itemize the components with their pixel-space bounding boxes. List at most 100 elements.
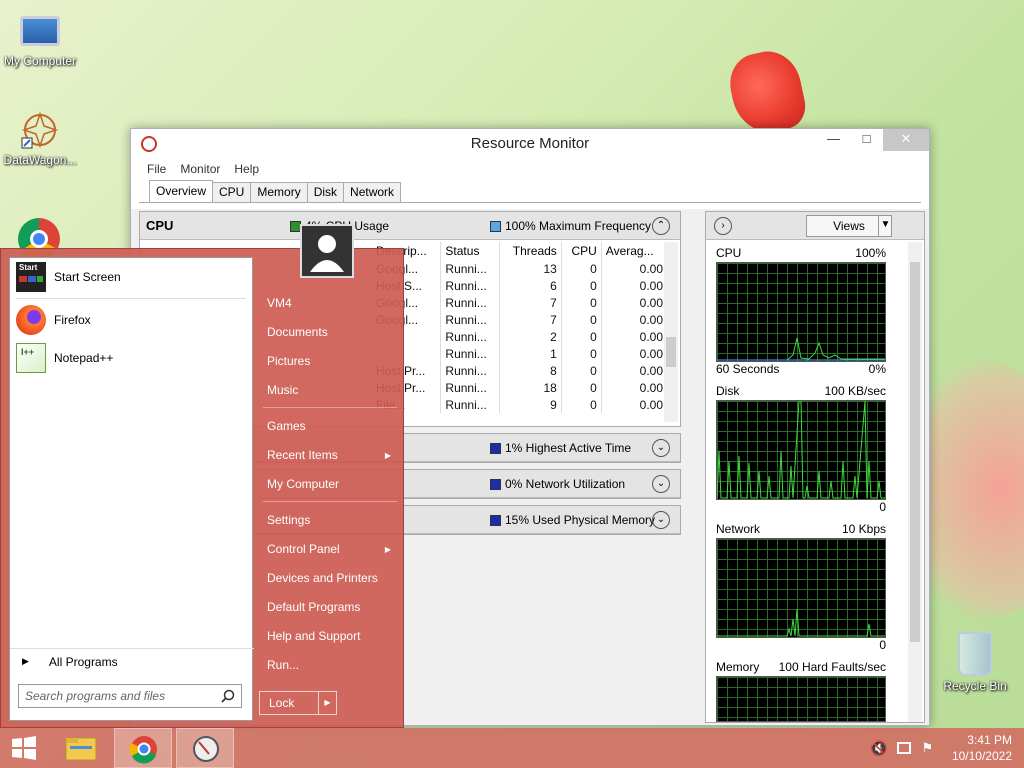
graph-disk-min: 0: [879, 500, 886, 514]
col-average[interactable]: Averag...: [601, 242, 669, 260]
expand-network-icon[interactable]: ⌄: [652, 475, 670, 493]
start-menu-places: VM4 Documents Pictures Music Games Recen…: [259, 289, 401, 680]
table-row[interactable]: Googl...Runni...1300.00: [372, 260, 669, 277]
memory-legend-swatch: [490, 514, 501, 526]
menu-monitor[interactable]: Monitor: [174, 159, 228, 179]
hide-graphs-icon[interactable]: ›: [714, 217, 732, 235]
views-dropdown-icon[interactable]: ▼: [878, 215, 892, 237]
start-search-input[interactable]: Search programs and files: [18, 684, 242, 708]
cpu-section-header[interactable]: CPU 4% CPU Usage 100% Maximum Frequency …: [140, 212, 680, 240]
cpu-graph-canvas: [716, 262, 886, 362]
table-row[interactable]: Googl...Runni...700.00: [372, 311, 669, 328]
col-threads[interactable]: Threads: [499, 242, 562, 260]
tab-overview[interactable]: Overview: [149, 180, 214, 202]
tab-network[interactable]: Network: [343, 182, 402, 202]
disk-graph: Disk 100 KB/sec 0: [716, 384, 886, 514]
start-item-settings[interactable]: Settings: [259, 506, 401, 535]
user-silhouette-icon: [302, 226, 352, 276]
cpu-section-title: CPU: [146, 218, 174, 233]
cell-status: Runni...: [440, 294, 501, 311]
start-button[interactable]: [0, 728, 48, 768]
tab-cpu[interactable]: CPU: [212, 182, 252, 202]
cell-average: 0.00: [601, 379, 669, 396]
tab-disk[interactable]: Disk: [306, 182, 345, 202]
graphs-scrollbar[interactable]: [908, 242, 922, 722]
pinned-firefox[interactable]: Firefox: [10, 301, 252, 339]
col-cpu[interactable]: CPU: [561, 242, 602, 260]
scrollbar-thumb[interactable]: [666, 337, 676, 367]
start-item-devices-printers[interactable]: Devices and Printers: [259, 564, 401, 593]
minimize-button[interactable]: —: [817, 129, 850, 151]
title-bar[interactable]: Resource Monitor — □ ✕: [131, 129, 929, 159]
start-menu-programs-panel: Start Start Screen Firefox I++ Notepad++…: [9, 257, 254, 721]
start-item-run[interactable]: Run...: [259, 651, 401, 680]
start-item-recent-items[interactable]: Recent Items ▶: [259, 441, 401, 470]
cell-average: 0.00: [601, 294, 669, 311]
graph-network-max: 10 Kbps: [841, 522, 886, 536]
action-center-flag-icon[interactable]: ⚑: [921, 740, 933, 757]
user-avatar[interactable]: [300, 224, 354, 278]
col-status[interactable]: Status: [440, 242, 501, 260]
pinned-notepadpp[interactable]: I++ Notepad++: [10, 339, 252, 377]
start-item-music[interactable]: Music: [259, 376, 401, 405]
maximize-button[interactable]: □: [850, 129, 883, 151]
start-item-games[interactable]: Games: [259, 412, 401, 441]
cell-threads: 2: [499, 328, 562, 345]
cell-average: 0.00: [601, 396, 669, 413]
close-button[interactable]: ✕: [883, 129, 929, 151]
collapse-cpu-icon[interactable]: ⌃: [652, 217, 670, 235]
cell-cpu: 0: [561, 328, 602, 345]
start-item-control-panel[interactable]: Control Panel ▶: [259, 535, 401, 564]
taskbar-chrome[interactable]: [114, 728, 172, 768]
submenu-arrow-icon: ▶: [384, 451, 391, 460]
menu-file[interactable]: File: [141, 159, 174, 179]
datawagon-icon: [20, 110, 60, 150]
expand-disk-icon[interactable]: ⌄: [652, 439, 670, 457]
start-item-help-support[interactable]: Help and Support: [259, 622, 401, 651]
start-item-vm4[interactable]: VM4: [259, 289, 401, 318]
network-graph-canvas: [716, 538, 886, 638]
pinned-start-screen[interactable]: Start Start Screen: [10, 258, 252, 296]
chrome-icon: [129, 736, 157, 764]
taskbar-resource-monitor[interactable]: [176, 728, 234, 768]
all-programs-button[interactable]: ▶ All Programs: [10, 648, 254, 674]
desktop-icon-datawagon[interactable]: DataWagon...: [0, 110, 80, 167]
graphs-scrollbar-thumb[interactable]: [910, 262, 920, 642]
disk-active-time-label: 1% Highest Active Time: [490, 441, 631, 455]
table-row[interactable]: Runni... 2 0 0.00: [372, 328, 669, 345]
table-row[interactable]: Host S...Runni...600.00: [372, 277, 669, 294]
table-row[interactable]: Host Pr...Runni...800.00: [372, 362, 669, 379]
lock-options-arrow-icon[interactable]: ▶: [318, 692, 336, 714]
graph-network-title: Network: [716, 522, 761, 536]
start-item-my-computer[interactable]: My Computer: [259, 470, 401, 499]
table-row[interactable]: Host Pr...Runni...1800.00: [372, 379, 669, 396]
freq-legend-swatch: [490, 220, 501, 232]
menu-help[interactable]: Help: [228, 159, 267, 179]
tab-memory[interactable]: Memory: [250, 182, 308, 202]
network-icon[interactable]: [897, 742, 912, 754]
network-graph: Network 10 Kbps 0: [716, 522, 886, 652]
desktop-icon-recycle-bin[interactable]: Recycle Bin: [935, 632, 1015, 693]
taskbar-clock[interactable]: 3:41 PM 10/10/2022: [952, 732, 1012, 764]
lock-button[interactable]: Lock ▶: [259, 691, 337, 715]
table-row[interactable]: Googl...Runni...700.00: [372, 294, 669, 311]
start-item-default-programs[interactable]: Default Programs: [259, 593, 401, 622]
wallpaper-flower: [724, 45, 810, 139]
volume-muted-icon[interactable]: 🔇: [870, 740, 887, 757]
table-row[interactable]: File...Runni...900.00: [372, 396, 669, 413]
cell-average: 0.00: [601, 328, 669, 345]
search-icon[interactable]: [221, 689, 235, 703]
cell-threads: 8: [499, 362, 562, 379]
expand-memory-icon[interactable]: ⌄: [652, 511, 670, 529]
start-item-pictures[interactable]: Pictures: [259, 347, 401, 376]
desktop-icon-my-computer[interactable]: My Computer: [0, 10, 80, 68]
folder-icon: [65, 737, 97, 761]
start-item-documents[interactable]: Documents: [259, 318, 401, 347]
table-row[interactable]: Runni... 1 0 0.00: [372, 345, 669, 362]
graph-memory-max: 100 Hard Faults/sec: [778, 660, 886, 674]
graphs-pane: › Views ▼ CPU 100% 60 Seconds 0% Disk 100 K…: [705, 211, 925, 723]
taskbar-file-explorer[interactable]: [52, 728, 110, 768]
clock-date: 10/10/2022: [951, 749, 1012, 763]
process-table-scrollbar[interactable]: [664, 242, 678, 422]
cell-status: Runni...: [440, 396, 501, 413]
